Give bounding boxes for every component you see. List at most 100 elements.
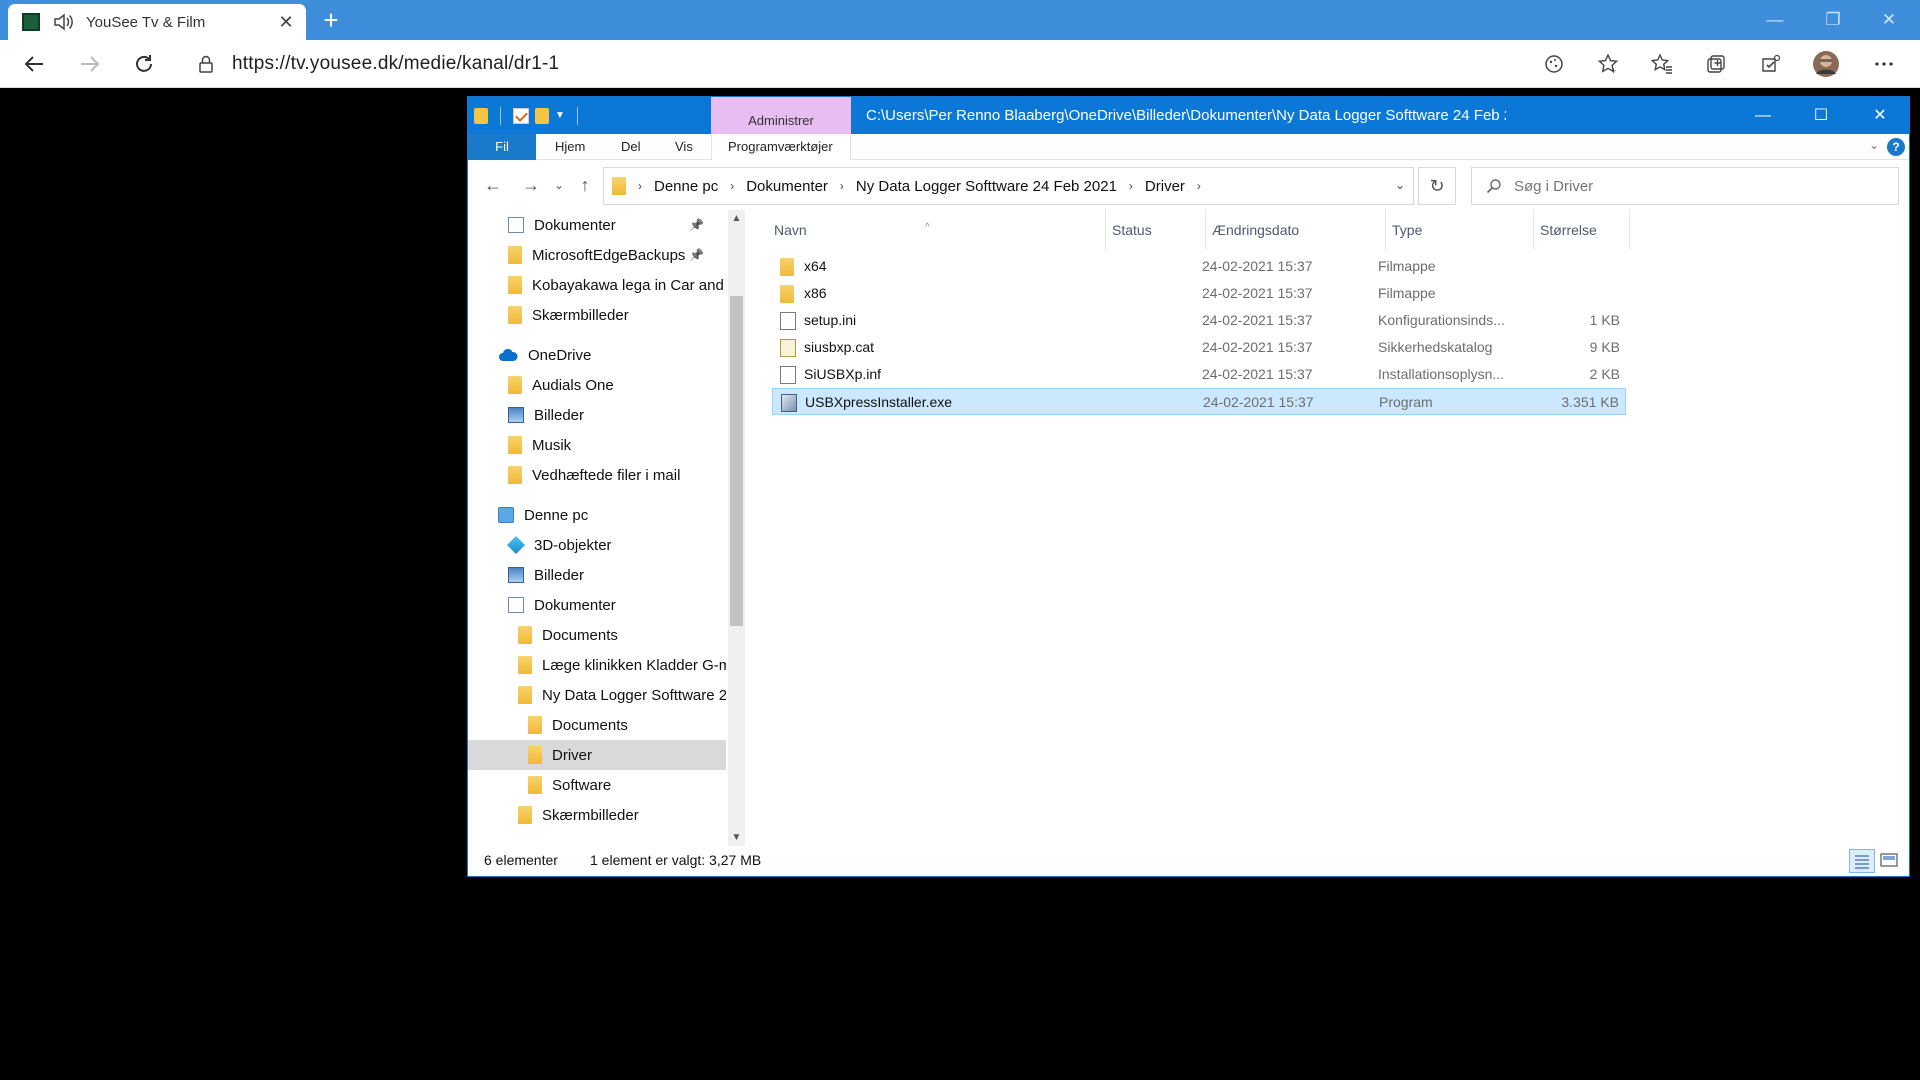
- file-name: USBXpressInstaller.exe: [805, 394, 953, 410]
- nav-item[interactable]: Musik: [468, 430, 726, 460]
- address-bar[interactable]: https://tv.yousee.dk/medie/kanal/dr1-1: [180, 46, 1620, 82]
- folder-icon: [780, 258, 794, 276]
- new-tab-button[interactable]: +: [318, 7, 344, 34]
- breadcrumb-dokumenter[interactable]: Dokumenter: [746, 178, 828, 195]
- forward-icon[interactable]: →: [518, 173, 544, 197]
- nav-item[interactable]: Skærmbilleder: [468, 800, 726, 830]
- scroll-down-icon[interactable]: ▼: [728, 829, 745, 846]
- file-type: Program: [1379, 394, 1433, 410]
- minimize-browser-button[interactable]: —: [1752, 6, 1798, 34]
- nav-item[interactable]: Documents: [468, 620, 726, 650]
- file-row[interactable]: siusbxp.cat 24-02-2021 15:37 Sikkerhedskat…: [772, 334, 1626, 361]
- chevron-right-icon[interactable]: ›: [638, 179, 642, 193]
- file-row[interactable]: x86 24-02-2021 15:37 Filmappe: [772, 280, 1626, 307]
- tab-fil[interactable]: Fil: [468, 134, 536, 160]
- customize-toolbar-icon[interactable]: ▼: [555, 110, 565, 121]
- file-row[interactable]: x64 24-02-2021 15:37 Filmappe: [772, 253, 1626, 280]
- nav-item[interactable]: Driver: [468, 740, 726, 770]
- nav-item[interactable]: OneDrive: [468, 340, 726, 370]
- more-options-icon[interactable]: [1870, 50, 1898, 78]
- restore-browser-button[interactable]: ❐: [1810, 6, 1856, 34]
- navigation-scrollbar[interactable]: ▲ ▼: [728, 210, 745, 846]
- nav-item[interactable]: Ny Data Logger Softtware 2: [468, 680, 726, 710]
- chevron-right-icon[interactable]: ›: [730, 179, 734, 193]
- nav-item[interactable]: Vedhæftede filer i mail: [468, 460, 726, 490]
- recent-locations-icon[interactable]: ⌄: [546, 173, 572, 197]
- tab-programvaerktoejer[interactable]: Programværktøjer: [728, 134, 833, 160]
- lock-icon[interactable]: [198, 55, 214, 73]
- scrollbar-thumb[interactable]: [730, 296, 743, 626]
- nav-item[interactable]: Billeder: [468, 560, 726, 590]
- breadcrumb[interactable]: › Denne pc › Dokumenter › Ny Data Logger…: [603, 167, 1414, 205]
- file-row[interactable]: SiUSBXp.inf 24-02-2021 15:37 Installations…: [772, 361, 1626, 388]
- back-icon[interactable]: ←: [480, 173, 506, 197]
- details-view-button[interactable]: [1849, 849, 1875, 873]
- nav-item[interactable]: Denne pc: [468, 500, 726, 530]
- close-browser-button[interactable]: ✕: [1866, 6, 1912, 34]
- nav-item[interactable]: Audials One: [468, 370, 726, 400]
- up-icon[interactable]: ↑: [572, 173, 598, 197]
- extension-icon[interactable]: [1756, 50, 1784, 78]
- tab-vis[interactable]: Vis: [675, 134, 693, 160]
- chevron-right-icon[interactable]: ›: [840, 179, 844, 193]
- expand-ribbon-icon[interactable]: ⌄: [1869, 138, 1879, 152]
- file-name: SiUSBXp.inf: [804, 366, 882, 382]
- chevron-right-icon[interactable]: ›: [1197, 179, 1201, 193]
- nav-item[interactable]: Læge klinikken Kladder G-m: [468, 650, 726, 680]
- speaker-icon[interactable]: [52, 11, 74, 33]
- profile-avatar[interactable]: [1812, 50, 1840, 78]
- pin-icon[interactable]: 📌: [689, 218, 704, 232]
- file-row[interactable]: USBXpressInstaller.exe 24-02-2021 15:37 Pr…: [772, 388, 1626, 415]
- forward-button[interactable]: [74, 48, 106, 80]
- file-type: Konfigurationsinds...: [1378, 312, 1505, 328]
- column-header-size[interactable]: Størrelse: [1534, 210, 1630, 250]
- column-header-status[interactable]: Status: [1106, 210, 1206, 250]
- properties-icon[interactable]: [513, 107, 529, 124]
- chevron-down-icon[interactable]: ⌄: [1395, 178, 1405, 192]
- browser-tab[interactable]: YouSee Tv & Film ✕: [8, 4, 306, 40]
- search-input[interactable]: [1514, 177, 1874, 195]
- minimize-window-button[interactable]: —: [1734, 97, 1792, 134]
- large-icons-view-button[interactable]: [1877, 849, 1903, 873]
- nav-item[interactable]: Software: [468, 770, 726, 800]
- nav-item[interactable]: Documents: [468, 710, 726, 740]
- new-folder-icon[interactable]: [535, 107, 549, 124]
- chevron-right-icon[interactable]: ›: [1129, 179, 1133, 193]
- tab-hjem[interactable]: Hjem: [555, 134, 585, 160]
- file-size: 2 KB: [1589, 366, 1620, 382]
- nav-item[interactable]: Billeder: [468, 400, 726, 430]
- search-field[interactable]: [1471, 167, 1899, 205]
- refresh-button[interactable]: [128, 48, 160, 80]
- collections-icon[interactable]: [1702, 50, 1730, 78]
- file-name: siusbxp.cat: [804, 339, 875, 355]
- nav-item[interactable]: Kobayakawa lega in Car and: [468, 270, 726, 300]
- close-tab-icon[interactable]: ✕: [276, 12, 296, 32]
- file-row[interactable]: setup.ini 24-02-2021 15:37 Konfigurationsi…: [772, 307, 1626, 334]
- nav-item[interactable]: Dokumenter: [468, 590, 726, 620]
- column-header-name[interactable]: Navn ^: [768, 210, 1106, 250]
- nav-item[interactable]: Dokumenter 📌: [468, 210, 726, 240]
- nav-item[interactable]: Skærmbilleder: [468, 300, 726, 330]
- scroll-up-icon[interactable]: ▲: [728, 210, 745, 227]
- refresh-folder-button[interactable]: ↻: [1418, 167, 1456, 205]
- pin-icon[interactable]: 📌: [689, 248, 704, 262]
- help-icon[interactable]: ?: [1887, 138, 1905, 156]
- sort-ascending-icon: ^: [925, 222, 930, 233]
- context-tab-manage[interactable]: Administrer: [711, 97, 851, 134]
- add-favorite-icon[interactable]: +: [1594, 50, 1622, 78]
- breadcrumb-denne-pc[interactable]: Denne pc: [654, 178, 718, 195]
- breadcrumb-driver[interactable]: Driver: [1145, 178, 1185, 195]
- tab-del[interactable]: Del: [621, 134, 641, 160]
- executable-icon: [781, 394, 797, 412]
- tracking-prevention-icon[interactable]: [1540, 50, 1568, 78]
- close-window-button[interactable]: ✕: [1851, 97, 1909, 134]
- column-header-date[interactable]: Ændringsdato: [1206, 210, 1386, 250]
- favorites-icon[interactable]: [1648, 50, 1676, 78]
- nav-item[interactable]: 3D-objekter: [468, 530, 726, 560]
- breadcrumb-ny-data-logger[interactable]: Ny Data Logger Softtware 24 Feb 2021: [856, 178, 1117, 195]
- back-button[interactable]: [18, 48, 50, 80]
- url-text[interactable]: https://tv.yousee.dk/medie/kanal/dr1-1: [232, 53, 559, 75]
- nav-item[interactable]: MicrosoftEdgeBackups 📌: [468, 240, 726, 270]
- maximize-window-button[interactable]: ☐: [1792, 97, 1850, 134]
- column-header-type[interactable]: Type: [1386, 210, 1534, 250]
